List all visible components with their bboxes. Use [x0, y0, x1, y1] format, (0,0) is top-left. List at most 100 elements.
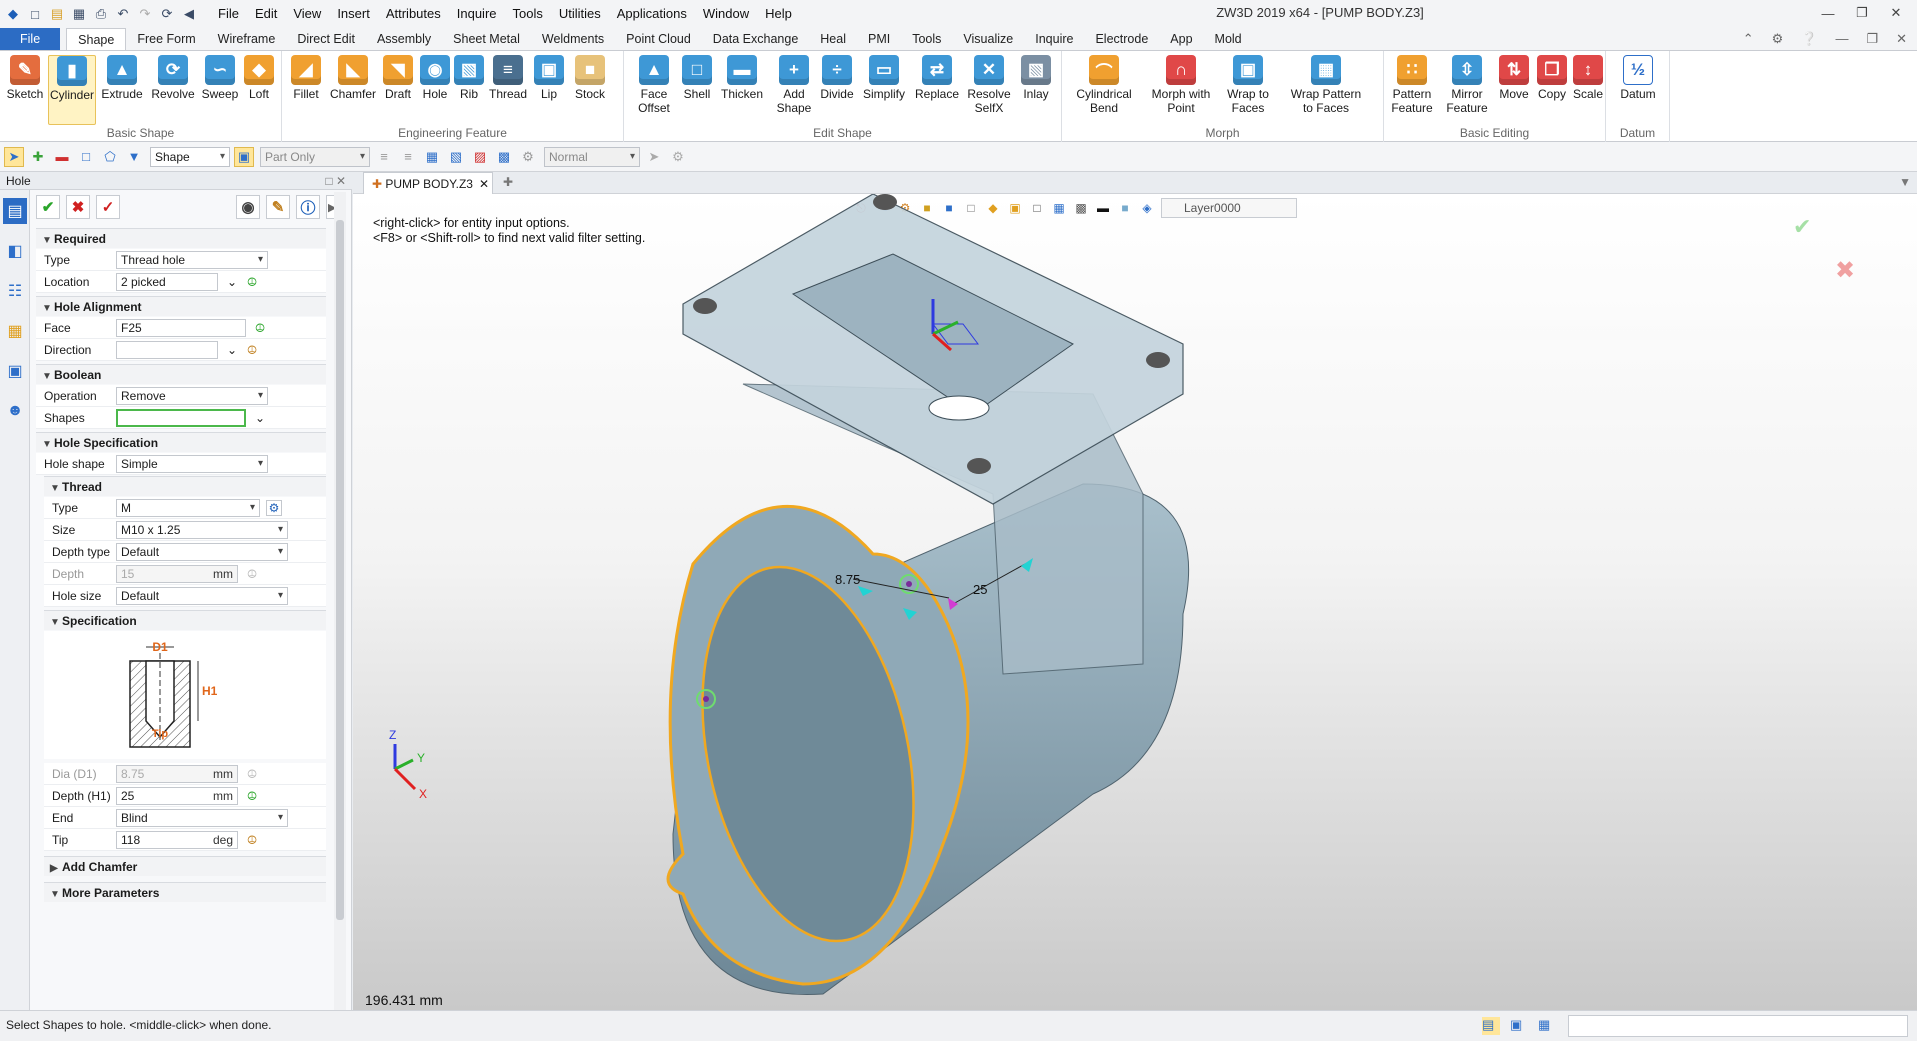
revolve-button[interactable]: ⟳ Revolve — [150, 55, 196, 125]
menu-edit[interactable]: Edit — [247, 0, 285, 28]
tab-wireframe[interactable]: Wireframe — [207, 28, 287, 50]
status-display-icon[interactable]: ▣ — [1510, 1017, 1528, 1035]
pick-arrow-icon[interactable]: ➤ — [4, 146, 24, 167]
preview-eye-icon[interactable]: ◉ — [236, 195, 260, 219]
minimize-doc-icon[interactable]: — — [1835, 28, 1848, 50]
tab-free-form[interactable]: Free Form — [126, 28, 206, 50]
filter-select[interactable]: Shape — [150, 146, 230, 167]
snap-icon-1[interactable]: ▦ — [422, 147, 442, 167]
tab-direct-edit[interactable]: Direct Edit — [286, 28, 366, 50]
align-icon-2[interactable]: ≡ — [398, 147, 418, 167]
draft-button[interactable]: ◥ Draft — [380, 55, 416, 125]
document-tab[interactable]: ✚ PUMP BODY.Z3 ✕ — [363, 172, 493, 194]
redo-icon[interactable]: ↷ — [136, 5, 154, 23]
settings-gear-icon[interactable]: ⚙ — [1772, 28, 1784, 50]
section-hole-specification[interactable]: ▼ Hole Specification — [36, 432, 326, 452]
wrap-pattern-button[interactable]: ▦ Wrap Pattern to Faces — [1276, 55, 1376, 125]
thread-type-select[interactable]: M — [116, 499, 260, 517]
hole-shape-select[interactable]: Simple — [116, 455, 268, 473]
panel-scroll-thumb[interactable] — [336, 220, 344, 920]
divide-button[interactable]: ÷ Divide — [818, 55, 856, 125]
section-add-chamfer[interactable]: ▶ Add Chamfer — [44, 856, 326, 876]
section-boolean[interactable]: ▼ Boolean — [36, 364, 326, 384]
add-icon[interactable]: ✚ — [28, 147, 48, 167]
back-icon[interactable]: ◀ — [180, 5, 198, 23]
section-hole-alignment[interactable]: ▼ Hole Alignment — [36, 296, 326, 316]
tab-visualize[interactable]: Visualize — [952, 28, 1024, 50]
scope-select[interactable]: Part Only — [260, 146, 370, 167]
tab-file[interactable]: File — [0, 28, 61, 50]
tab-app[interactable]: App — [1159, 28, 1203, 50]
views-icon[interactable]: ▣ — [3, 358, 27, 384]
tip-field[interactable]: 118 deg — [116, 831, 238, 849]
hole-button[interactable]: ◉ Hole — [418, 55, 452, 125]
copy-button[interactable]: ❐ Copy — [1534, 55, 1570, 125]
print-icon[interactable]: ⎙ — [92, 5, 110, 23]
cylindrical-bend-button[interactable]: ⌒ Cylindrical Bend — [1072, 55, 1136, 125]
undo-icon[interactable]: ↶ — [114, 5, 132, 23]
direction-field[interactable] — [116, 341, 218, 359]
menu-view[interactable]: View — [285, 0, 329, 28]
thread-button[interactable]: ≡ Thread — [486, 55, 530, 125]
history-manager-icon[interactable]: ▤ — [3, 198, 27, 224]
thread-table-icon[interactable]: ⚙ — [266, 500, 282, 516]
user-icon[interactable]: ☻ — [3, 398, 27, 424]
pick-face-icon[interactable]: ⦹ — [252, 320, 268, 336]
resolve-selfx-button[interactable]: ✕ Resolve SelfX — [966, 55, 1012, 125]
menu-tools[interactable]: Tools — [505, 0, 551, 28]
part-filter-icon[interactable]: ▣ — [234, 146, 254, 167]
status-grid-icon[interactable]: ▦ — [1538, 1017, 1556, 1035]
new-tab-icon[interactable]: ✚ — [503, 175, 513, 189]
tip-pick-icon[interactable]: ⦹ — [244, 832, 260, 848]
tab-sheet-metal[interactable]: Sheet Metal — [442, 28, 531, 50]
depth-h1-field[interactable]: 25 mm — [116, 787, 238, 805]
tab-weldments[interactable]: Weldments — [531, 28, 615, 50]
restore-icon[interactable]: ❐ — [1845, 0, 1879, 26]
menu-attributes[interactable]: Attributes — [378, 0, 449, 28]
tree-icon[interactable]: ☷ — [3, 278, 27, 304]
part-library-icon[interactable]: ▦ — [3, 318, 27, 344]
move-button[interactable]: ⇅ Move — [1496, 55, 1532, 125]
inlay-button[interactable]: ▧ Inlay — [1018, 55, 1054, 125]
section-more-parameters[interactable]: ▼ More Parameters — [44, 882, 326, 902]
double-chevron-icon[interactable]: ⌄ — [224, 342, 240, 358]
save-icon[interactable]: ▦ — [70, 5, 88, 23]
location-field[interactable]: 2 picked — [116, 273, 218, 291]
section-thread[interactable]: ▼ Thread — [44, 476, 326, 496]
help-icon[interactable]: ❔ — [1801, 28, 1817, 50]
pointer-icon[interactable]: ➤ — [644, 147, 664, 167]
tab-heal[interactable]: Heal — [809, 28, 857, 50]
menu-help[interactable]: Help — [757, 0, 800, 28]
assembly-tree-icon[interactable]: ◧ — [3, 238, 27, 264]
sweep-button[interactable]: ∽ Sweep — [200, 55, 240, 125]
snap-icon-3[interactable]: ▨ — [470, 147, 490, 167]
dim-label-dia[interactable]: 8.75 — [835, 572, 860, 587]
collapse-ribbon-icon[interactable]: ⌃ — [1743, 28, 1754, 50]
dia-field[interactable]: 8.75 mm — [116, 765, 238, 783]
tab-point-cloud[interactable]: Point Cloud — [615, 28, 702, 50]
loft-button[interactable]: ◆ Loft — [242, 55, 276, 125]
snap-icon-2[interactable]: ▧ — [446, 147, 466, 167]
tab-list-icon[interactable]: ▼ — [1899, 175, 1911, 189]
rib-button[interactable]: ▧ Rib — [454, 55, 484, 125]
close-icon[interactable]: ✕ — [1879, 0, 1913, 26]
mirror-feature-button[interactable]: ⇳ Mirror Feature — [1442, 55, 1492, 125]
section-required[interactable]: ▼ Required — [36, 228, 326, 248]
ok-check-icon[interactable]: ✔ — [36, 195, 60, 219]
shapes-field[interactable] — [116, 409, 246, 427]
hole-size-select[interactable]: Default — [116, 587, 288, 605]
add-shape-button[interactable]: + Add Shape — [774, 55, 814, 125]
shell-button[interactable]: □ Shell — [680, 55, 714, 125]
double-chevron-icon[interactable]: ⌄ — [224, 274, 240, 290]
viewport-cancel-icon[interactable]: ✖ — [1835, 256, 1855, 284]
app-logo-icon[interactable]: ◆ — [4, 5, 22, 23]
status-view-icon[interactable]: ▤ — [1482, 1017, 1500, 1035]
wrap-to-faces-button[interactable]: ▣ Wrap to Faces — [1222, 55, 1274, 125]
menu-applications[interactable]: Applications — [609, 0, 695, 28]
filter-icon[interactable]: ▼ — [124, 147, 144, 167]
depth-type-select[interactable]: Default — [116, 543, 288, 561]
face-field[interactable]: F25 — [116, 319, 246, 337]
end-select[interactable]: Blind — [116, 809, 288, 827]
render-mode-select[interactable]: Normal — [544, 146, 640, 167]
hole-type-select[interactable]: Thread hole — [116, 251, 268, 269]
